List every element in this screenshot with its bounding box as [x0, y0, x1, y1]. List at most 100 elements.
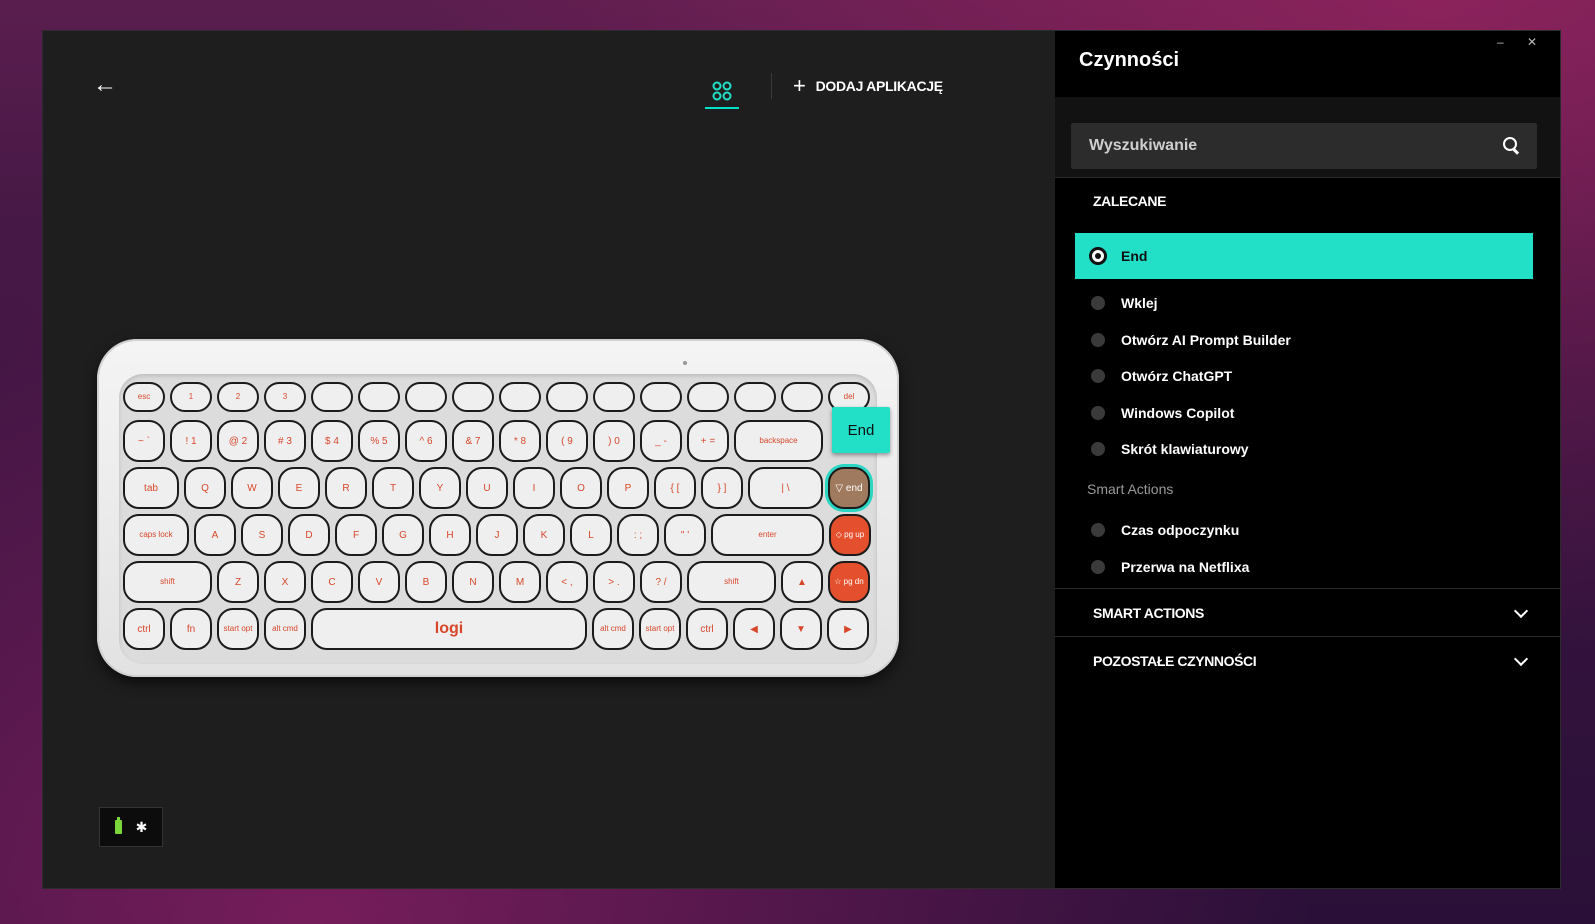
- back-arrow-icon[interactable]: ←: [93, 73, 117, 97]
- key-0-0[interactable]: esc: [123, 382, 165, 412]
- key-2-7[interactable]: U: [466, 467, 508, 509]
- search-input[interactable]: [1087, 136, 1503, 156]
- key-5-8[interactable]: ◀: [733, 608, 775, 650]
- key-1-8[interactable]: * 8: [499, 420, 541, 462]
- key-4-13[interactable]: ☆ pg dn: [828, 561, 870, 603]
- key-1-10[interactable]: ) 0: [593, 420, 635, 462]
- key-1-0[interactable]: ~ `: [123, 420, 165, 462]
- minimize-icon[interactable]: –: [1497, 35, 1504, 49]
- key-1-9[interactable]: ( 9: [546, 420, 588, 462]
- key-4-8[interactable]: < ,: [546, 561, 588, 603]
- key-0-4[interactable]: [311, 382, 353, 412]
- key-0-5[interactable]: [358, 382, 400, 412]
- key-2-2[interactable]: W: [231, 467, 273, 509]
- key-3-10[interactable]: : ;: [617, 514, 659, 556]
- smart-actions-section-toggle[interactable]: SMART ACTIONS: [1055, 589, 1560, 637]
- key-1-7[interactable]: & 7: [452, 420, 494, 462]
- key-0-10[interactable]: [593, 382, 635, 412]
- search-box[interactable]: [1071, 123, 1537, 169]
- key-4-0[interactable]: shift: [123, 561, 212, 603]
- key-2-10[interactable]: P: [607, 467, 649, 509]
- key-4-2[interactable]: X: [264, 561, 306, 603]
- key-2-9[interactable]: O: [560, 467, 602, 509]
- key-2-8[interactable]: I: [513, 467, 555, 509]
- add-application-button[interactable]: + DODAJ APLIKACJĘ: [793, 75, 943, 97]
- other-actions-section-toggle[interactable]: POZOSTAŁE CZYNNOŚCI: [1055, 637, 1560, 685]
- key-3-5[interactable]: G: [382, 514, 424, 556]
- key-0-9[interactable]: [546, 382, 588, 412]
- key-4-5[interactable]: B: [405, 561, 447, 603]
- key-3-3[interactable]: D: [288, 514, 330, 556]
- action-netflix-break[interactable]: Przerwa na Netflixa: [1075, 544, 1533, 590]
- key-5-0[interactable]: ctrl: [123, 608, 165, 650]
- key-2-4[interactable]: R: [325, 467, 367, 509]
- key-4-10[interactable]: ? /: [640, 561, 682, 603]
- key-0-3[interactable]: 3: [264, 382, 306, 412]
- key-3-1[interactable]: A: [194, 514, 236, 556]
- key-2-6[interactable]: Y: [419, 467, 461, 509]
- key-4-11[interactable]: shift: [687, 561, 776, 603]
- key-1-13[interactable]: backspace: [734, 420, 823, 462]
- key-1-3[interactable]: # 3: [264, 420, 306, 462]
- key-4-12[interactable]: ▲: [781, 561, 823, 603]
- key-5-10[interactable]: ▶: [827, 608, 869, 650]
- key-1-6[interactable]: ^ 6: [405, 420, 447, 462]
- key-3-12[interactable]: enter: [711, 514, 824, 556]
- key-0-12[interactable]: [687, 382, 729, 412]
- key-3-9[interactable]: L: [570, 514, 612, 556]
- key-1-12[interactable]: + =: [687, 420, 729, 462]
- key-1-11[interactable]: _ -: [640, 420, 682, 462]
- key-5-7[interactable]: ctrl: [686, 608, 728, 650]
- key-2-12[interactable]: } ]: [701, 467, 743, 509]
- key-5-4[interactable]: logi: [311, 608, 587, 650]
- key-5-1[interactable]: fn: [170, 608, 212, 650]
- key-5-3[interactable]: alt cmd: [264, 608, 306, 650]
- search-icon[interactable]: [1503, 137, 1521, 155]
- key-0-13[interactable]: [734, 382, 776, 412]
- key-0-1[interactable]: 1: [170, 382, 212, 412]
- key-0-6[interactable]: [405, 382, 447, 412]
- key-1-1[interactable]: ! 1: [170, 420, 212, 462]
- key-4-9[interactable]: > .: [593, 561, 635, 603]
- key-4-4[interactable]: V: [358, 561, 400, 603]
- key-3-4[interactable]: F: [335, 514, 377, 556]
- key-1-5[interactable]: % 5: [358, 420, 400, 462]
- key-0-11[interactable]: [640, 382, 682, 412]
- key-4-7[interactable]: M: [499, 561, 541, 603]
- key-2-11[interactable]: { [: [654, 467, 696, 509]
- key-0-14[interactable]: [781, 382, 823, 412]
- action-label: End: [1121, 248, 1148, 264]
- key-5-6[interactable]: start opt: [639, 608, 681, 650]
- key-0-2[interactable]: 2: [217, 382, 259, 412]
- close-icon[interactable]: ✕: [1527, 35, 1537, 49]
- key-3-2[interactable]: S: [241, 514, 283, 556]
- all-apps-icon[interactable]: [705, 75, 739, 107]
- key-2-0[interactable]: tab: [123, 467, 179, 509]
- key-3-6[interactable]: H: [429, 514, 471, 556]
- key-5-5[interactable]: alt cmd: [592, 608, 634, 650]
- action-keyboard-shortcut[interactable]: Skrót klawiaturowy: [1075, 426, 1533, 472]
- key-5-2[interactable]: start opt: [217, 608, 259, 650]
- key-4-6[interactable]: N: [452, 561, 494, 603]
- key-3-7[interactable]: J: [476, 514, 518, 556]
- plus-icon: +: [793, 73, 806, 98]
- key-3-13[interactable]: ◇ pg up: [829, 514, 871, 556]
- key-0-7[interactable]: [452, 382, 494, 412]
- key-assignment-tooltip: End: [832, 407, 890, 453]
- key-1-2[interactable]: @ 2: [217, 420, 259, 462]
- chevron-down-icon: [1513, 651, 1529, 666]
- key-2-13[interactable]: | \: [748, 467, 823, 509]
- key-3-8[interactable]: K: [523, 514, 565, 556]
- key-2-14[interactable]: ▽ end: [828, 467, 870, 509]
- key-3-11[interactable]: " ': [664, 514, 706, 556]
- key-3-0[interactable]: caps lock: [123, 514, 189, 556]
- key-0-8[interactable]: [499, 382, 541, 412]
- key-2-1[interactable]: Q: [184, 467, 226, 509]
- key-2-5[interactable]: T: [372, 467, 414, 509]
- key-4-1[interactable]: Z: [217, 561, 259, 603]
- key-5-9[interactable]: ▼: [780, 608, 822, 650]
- key-2-3[interactable]: E: [278, 467, 320, 509]
- key-4-3[interactable]: C: [311, 561, 353, 603]
- action-end[interactable]: End: [1075, 233, 1533, 279]
- key-1-4[interactable]: $ 4: [311, 420, 353, 462]
